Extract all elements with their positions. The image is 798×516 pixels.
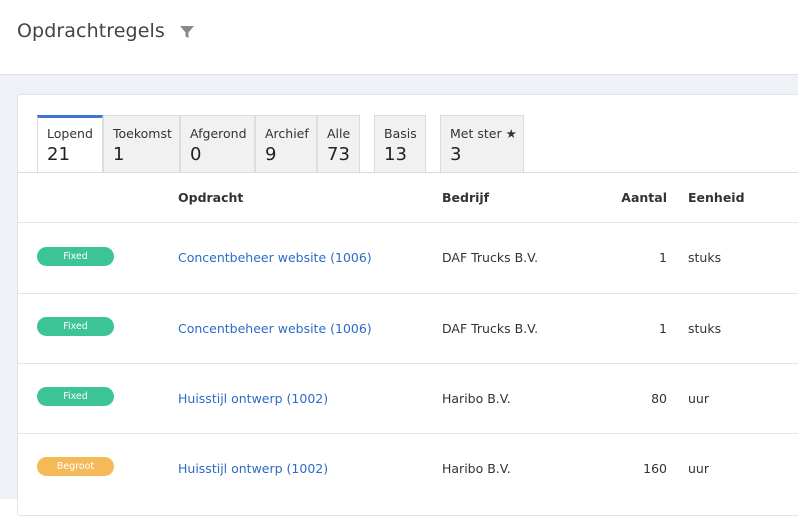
tab-count: 73: [327, 144, 350, 165]
eenheid-cell: uur: [688, 391, 709, 406]
bedrijf-cell: Haribo B.V.: [442, 391, 511, 406]
eenheid-cell: uur: [688, 461, 709, 476]
bedrijf-cell: DAF Trucks B.V.: [442, 250, 539, 265]
tab-alle[interactable]: Alle 73: [317, 115, 360, 172]
header-divider: [18, 222, 798, 223]
tab-count: 21: [47, 144, 70, 165]
row-divider: [18, 293, 798, 294]
column-header-bedrijf[interactable]: Bedrijf: [442, 190, 489, 205]
opdracht-link[interactable]: Huisstijl ontwerp (1002): [178, 461, 328, 476]
tab-count: 13: [384, 144, 407, 165]
tab-label: Toekomst: [113, 126, 172, 141]
status-badge: Begroot: [37, 457, 114, 476]
page-title: Opdrachtregels: [17, 20, 165, 42]
tab-label: Met ster ★: [450, 126, 517, 141]
tab-label: Afgerond: [190, 126, 247, 141]
bedrijf-cell: Haribo B.V.: [442, 461, 511, 476]
status-badge: Fixed: [37, 317, 114, 336]
tab-label: Archief: [265, 126, 309, 141]
row-divider: [18, 433, 798, 434]
column-header-eenheid[interactable]: Eenheid: [688, 190, 745, 205]
aantal-cell: 1: [659, 321, 667, 336]
tab-label: Lopend: [47, 126, 93, 141]
tab-afgerond[interactable]: Afgerond 0: [180, 115, 255, 172]
row-divider: [18, 363, 798, 364]
opdracht-link[interactable]: Concentbeheer website (1006): [178, 321, 372, 336]
aantal-cell: 1: [659, 250, 667, 265]
aantal-cell: 160: [643, 461, 667, 476]
tab-lopend[interactable]: Lopend 21: [37, 115, 103, 173]
tab-count: 9: [265, 144, 277, 165]
aantal-cell: 80: [651, 391, 667, 406]
eenheid-cell: stuks: [688, 321, 722, 336]
tab-count: 3: [450, 144, 462, 165]
tab-count: 0: [190, 144, 202, 165]
status-badge: Fixed: [37, 247, 114, 266]
tab-met-ster[interactable]: Met ster ★ 3: [440, 115, 524, 172]
opdracht-link[interactable]: Concentbeheer website (1006): [178, 250, 372, 265]
top-bar: Opdrachtregels: [0, 0, 798, 75]
tab-label: Basis: [384, 126, 417, 141]
eenheid-cell: stuks: [688, 250, 722, 265]
tab-count: 1: [113, 144, 125, 165]
tab-label: Alle: [327, 126, 351, 141]
tab-divider: [18, 172, 798, 173]
tab-toekomst[interactable]: Toekomst 1: [103, 115, 180, 172]
tab-basis[interactable]: Basis 13: [374, 115, 426, 172]
bedrijf-cell: DAF Trucks B.V.: [442, 321, 539, 336]
filter-icon[interactable]: [179, 24, 195, 40]
column-header-aantal[interactable]: Aantal: [607, 190, 667, 205]
status-badge: Fixed: [37, 387, 114, 406]
tab-archief[interactable]: Archief 9: [255, 115, 317, 172]
column-header-opdracht[interactable]: Opdracht: [178, 190, 243, 205]
opdracht-link[interactable]: Huisstijl ontwerp (1002): [178, 391, 328, 406]
